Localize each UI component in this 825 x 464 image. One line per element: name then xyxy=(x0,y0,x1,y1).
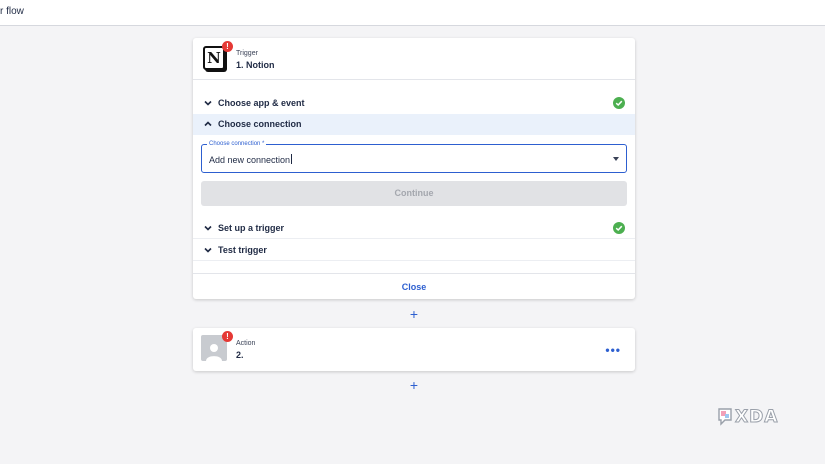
alert-badge-icon: ! xyxy=(222,41,233,52)
notion-logo-icon: N xyxy=(203,46,225,70)
check-circle-icon xyxy=(613,222,625,234)
step-name: 1. Notion xyxy=(236,60,275,70)
trigger-card-footer: Close xyxy=(193,273,635,299)
action-card-header[interactable]: ! Action 2. ••• xyxy=(193,328,635,371)
section-label: Choose app & event xyxy=(218,98,305,108)
section-set-up-trigger[interactable]: Set up a trigger xyxy=(193,218,635,239)
select-value: Add new connection xyxy=(209,154,293,165)
xda-watermark: XDA xyxy=(717,406,778,428)
trigger-card: N ! Trigger 1. Notion Choose app & event… xyxy=(193,38,635,299)
step-name: 2. xyxy=(236,350,244,360)
watermark-text: XDA xyxy=(734,407,779,428)
choose-connection-select[interactable]: Choose connection * Add new connection xyxy=(201,140,627,173)
dropdown-arrow-icon[interactable] xyxy=(613,157,619,161)
select-label: Choose connection * xyxy=(207,140,267,148)
add-step-plus-icon[interactable]: + xyxy=(407,378,421,392)
section-choose-connection[interactable]: Choose connection xyxy=(193,114,635,135)
section-label: Choose connection xyxy=(218,119,302,129)
section-choose-app-event[interactable]: Choose app & event xyxy=(193,93,635,114)
alert-badge-icon: ! xyxy=(222,331,233,342)
check-circle-icon xyxy=(613,97,625,109)
action-card: ! Action 2. ••• xyxy=(193,328,635,371)
section-label: Set up a trigger xyxy=(218,223,285,233)
trigger-card-header[interactable]: N ! Trigger 1. Notion xyxy=(193,38,635,80)
xda-logo-icon xyxy=(718,408,732,426)
add-step-plus-icon[interactable]: + xyxy=(407,307,421,321)
continue-button[interactable]: Continue xyxy=(201,181,627,206)
section-test-trigger[interactable]: Test trigger xyxy=(193,240,635,261)
close-button[interactable]: Close xyxy=(402,282,427,292)
chevron-down-icon xyxy=(204,247,212,253)
step-kind-label: Action xyxy=(236,340,256,347)
chevron-up-icon xyxy=(204,121,212,127)
chevron-down-icon xyxy=(204,225,212,231)
chevron-down-icon xyxy=(204,100,212,106)
more-options-icon[interactable]: ••• xyxy=(605,343,621,357)
flow-title[interactable]: r flow xyxy=(0,6,24,17)
section-label: Test trigger xyxy=(218,245,267,255)
step-kind-label: Trigger xyxy=(236,50,258,57)
top-bar: r flow xyxy=(0,0,825,26)
